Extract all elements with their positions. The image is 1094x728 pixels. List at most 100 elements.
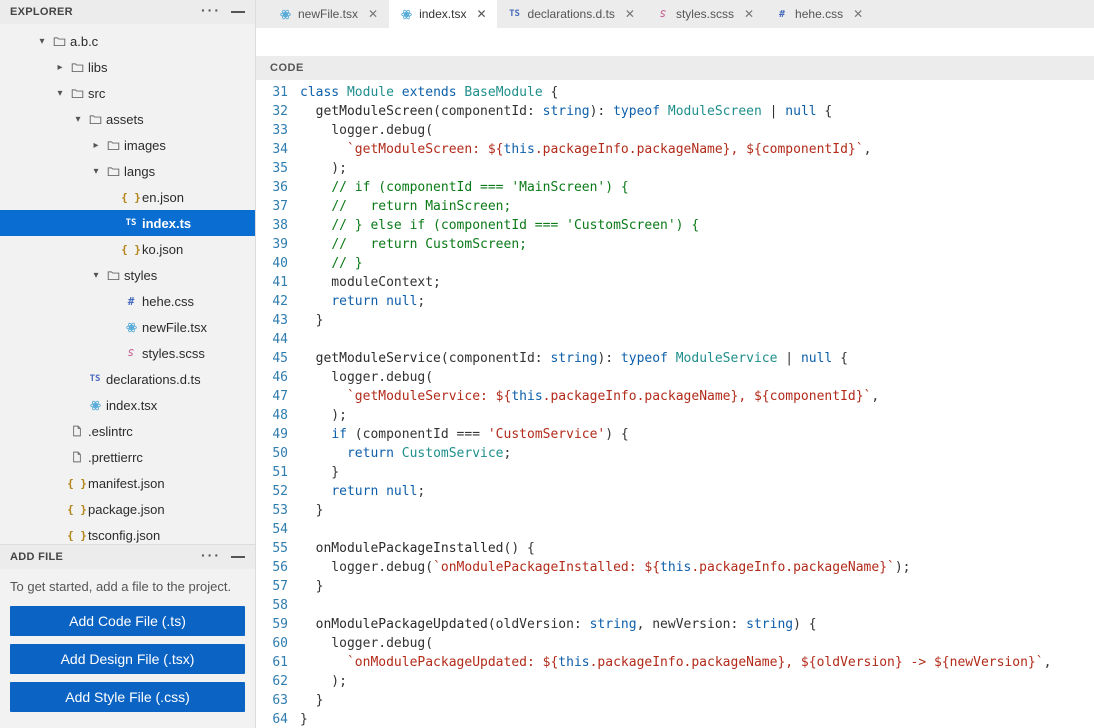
code-line[interactable]: class Module extends BaseModule { bbox=[300, 83, 1094, 102]
line-number: 60 bbox=[256, 634, 288, 653]
code-line[interactable] bbox=[300, 520, 1094, 539]
tab-index-tsx[interactable]: index.tsx✕ bbox=[389, 0, 497, 28]
code-line[interactable]: onModulePackageInstalled() { bbox=[300, 539, 1094, 558]
code-line[interactable]: ); bbox=[300, 672, 1094, 691]
code-line[interactable]: ); bbox=[300, 159, 1094, 178]
chevron-down-icon[interactable]: ▾ bbox=[70, 114, 86, 125]
close-icon[interactable]: ✕ bbox=[472, 7, 486, 21]
code-line[interactable]: getModuleScreen(componentId: string): ty… bbox=[300, 102, 1094, 121]
tree-row-en-json[interactable]: { }en.json bbox=[0, 184, 255, 210]
chevron-down-icon[interactable]: ▾ bbox=[88, 166, 104, 177]
tree-row-styles-scss[interactable]: styles.scss bbox=[0, 340, 255, 366]
code-line[interactable] bbox=[300, 330, 1094, 349]
code-line[interactable]: } bbox=[300, 577, 1094, 596]
code-line[interactable]: `onModulePackageUpdated: ${this.packageI… bbox=[300, 653, 1094, 672]
tree-row-src[interactable]: ▾src bbox=[0, 80, 255, 106]
line-number: 62 bbox=[256, 672, 288, 691]
code-line[interactable]: moduleContext; bbox=[300, 273, 1094, 292]
ts-icon: TS bbox=[508, 9, 522, 19]
code-line[interactable]: // if (componentId === 'MainScreen') { bbox=[300, 178, 1094, 197]
tree-row-index-tsx[interactable]: index.tsx bbox=[0, 392, 255, 418]
folder-icon bbox=[50, 35, 68, 48]
tab-styles-scss[interactable]: styles.scss✕ bbox=[646, 0, 765, 28]
tree-row-images[interactable]: ▸images bbox=[0, 132, 255, 158]
json-icon: { } bbox=[122, 243, 140, 256]
line-number: 61 bbox=[256, 653, 288, 672]
tree-row-langs[interactable]: ▾langs bbox=[0, 158, 255, 184]
code-line[interactable]: `getModuleScreen: ${this.packageInfo.pac… bbox=[300, 140, 1094, 159]
tree-row-ko-json[interactable]: { }ko.json bbox=[0, 236, 255, 262]
code-line[interactable]: } bbox=[300, 463, 1094, 482]
tree-row--prettierrc[interactable]: .prettierrc bbox=[0, 444, 255, 470]
tree-row-tsconfig-json[interactable]: { }tsconfig.json bbox=[0, 522, 255, 544]
code-line[interactable]: if (componentId === 'CustomService') { bbox=[300, 425, 1094, 444]
tab-declarations-d-ts[interactable]: TSdeclarations.d.ts✕ bbox=[498, 0, 646, 28]
sidebar: EXPLORER ··· ▾a.b.c▸libs▾src▾assets▸imag… bbox=[0, 0, 256, 728]
code-line[interactable]: ); bbox=[300, 406, 1094, 425]
chevron-down-icon[interactable]: ▾ bbox=[52, 88, 68, 99]
code-line[interactable]: } bbox=[300, 710, 1094, 728]
tree-row-hehe-css[interactable]: #hehe.css bbox=[0, 288, 255, 314]
code-line[interactable]: } bbox=[300, 311, 1094, 330]
chevron-right-icon[interactable]: ▸ bbox=[52, 62, 68, 73]
tab-hehe-css[interactable]: #hehe.css✕ bbox=[765, 0, 874, 28]
line-number: 58 bbox=[256, 596, 288, 615]
code-line[interactable]: } bbox=[300, 501, 1094, 520]
code-line[interactable]: return CustomService; bbox=[300, 444, 1094, 463]
line-number: 63 bbox=[256, 691, 288, 710]
code-line[interactable]: // return CustomScreen; bbox=[300, 235, 1094, 254]
code-content[interactable]: class Module extends BaseModule { getMod… bbox=[298, 80, 1094, 728]
tree-row-declarations-d-ts[interactable]: TSdeclarations.d.ts bbox=[0, 366, 255, 392]
code-line[interactable]: logger.debug( bbox=[300, 634, 1094, 653]
line-number: 51 bbox=[256, 463, 288, 482]
code-line[interactable]: getModuleService(componentId: string): t… bbox=[300, 349, 1094, 368]
close-icon[interactable]: ✕ bbox=[740, 7, 754, 21]
add-file-collapse-icon[interactable] bbox=[231, 556, 245, 558]
line-number: 43 bbox=[256, 311, 288, 330]
tree-row-a-b-c[interactable]: ▾a.b.c bbox=[0, 28, 255, 54]
close-icon[interactable]: ✕ bbox=[849, 7, 863, 21]
code-editor[interactable]: 3132333435363738394041424344454647484950… bbox=[256, 80, 1094, 728]
close-icon[interactable]: ✕ bbox=[364, 7, 378, 21]
tree-label: tsconfig.json bbox=[86, 528, 160, 543]
code-line[interactable]: return null; bbox=[300, 292, 1094, 311]
tree-row-newfile-tsx[interactable]: newFile.tsx bbox=[0, 314, 255, 340]
add-file-more-icon[interactable]: ··· bbox=[201, 548, 221, 562]
code-line[interactable]: `getModuleService: ${this.packageInfo.pa… bbox=[300, 387, 1094, 406]
add-style-file-button[interactable]: Add Style File (.css) bbox=[10, 682, 245, 712]
code-line[interactable]: logger.debug(`onModulePackageInstalled: … bbox=[300, 558, 1094, 577]
tree-row-assets[interactable]: ▾assets bbox=[0, 106, 255, 132]
react-icon bbox=[122, 321, 140, 334]
tree-row--eslintrc[interactable]: .eslintrc bbox=[0, 418, 255, 444]
code-line[interactable]: } bbox=[300, 691, 1094, 710]
line-number: 38 bbox=[256, 216, 288, 235]
code-line[interactable]: // } bbox=[300, 254, 1094, 273]
code-line[interactable]: logger.debug( bbox=[300, 121, 1094, 140]
close-icon[interactable]: ✕ bbox=[621, 7, 635, 21]
code-line[interactable]: return null; bbox=[300, 482, 1094, 501]
code-line[interactable]: // return MainScreen; bbox=[300, 197, 1094, 216]
explorer-collapse-icon[interactable] bbox=[231, 11, 245, 13]
chevron-right-icon[interactable]: ▸ bbox=[88, 140, 104, 151]
code-line[interactable]: logger.debug( bbox=[300, 368, 1094, 387]
json-icon: { } bbox=[68, 477, 86, 490]
chevron-down-icon[interactable]: ▾ bbox=[34, 36, 50, 47]
add-code-file-button[interactable]: Add Code File (.ts) bbox=[10, 606, 245, 636]
tree-row-index-ts[interactable]: TSindex.ts bbox=[0, 210, 255, 236]
code-line[interactable] bbox=[300, 596, 1094, 615]
tree-row-manifest-json[interactable]: { }manifest.json bbox=[0, 470, 255, 496]
tab-newfile-tsx[interactable]: newFile.tsx✕ bbox=[268, 0, 389, 28]
add-design-file-button[interactable]: Add Design File (.tsx) bbox=[10, 644, 245, 674]
file-tree[interactable]: ▾a.b.c▸libs▾src▾assets▸images▾langs{ }en… bbox=[0, 24, 255, 544]
tree-row-styles[interactable]: ▾styles bbox=[0, 262, 255, 288]
ts-icon: TS bbox=[86, 374, 104, 384]
explorer-header: EXPLORER ··· bbox=[0, 0, 255, 24]
tree-row-package-json[interactable]: { }package.json bbox=[0, 496, 255, 522]
code-line[interactable]: // } else if (componentId === 'CustomScr… bbox=[300, 216, 1094, 235]
chevron-down-icon[interactable]: ▾ bbox=[88, 270, 104, 281]
explorer-more-icon[interactable]: ··· bbox=[201, 3, 221, 17]
line-number: 42 bbox=[256, 292, 288, 311]
line-number: 35 bbox=[256, 159, 288, 178]
tree-row-libs[interactable]: ▸libs bbox=[0, 54, 255, 80]
code-line[interactable]: onModulePackageUpdated(oldVersion: strin… bbox=[300, 615, 1094, 634]
